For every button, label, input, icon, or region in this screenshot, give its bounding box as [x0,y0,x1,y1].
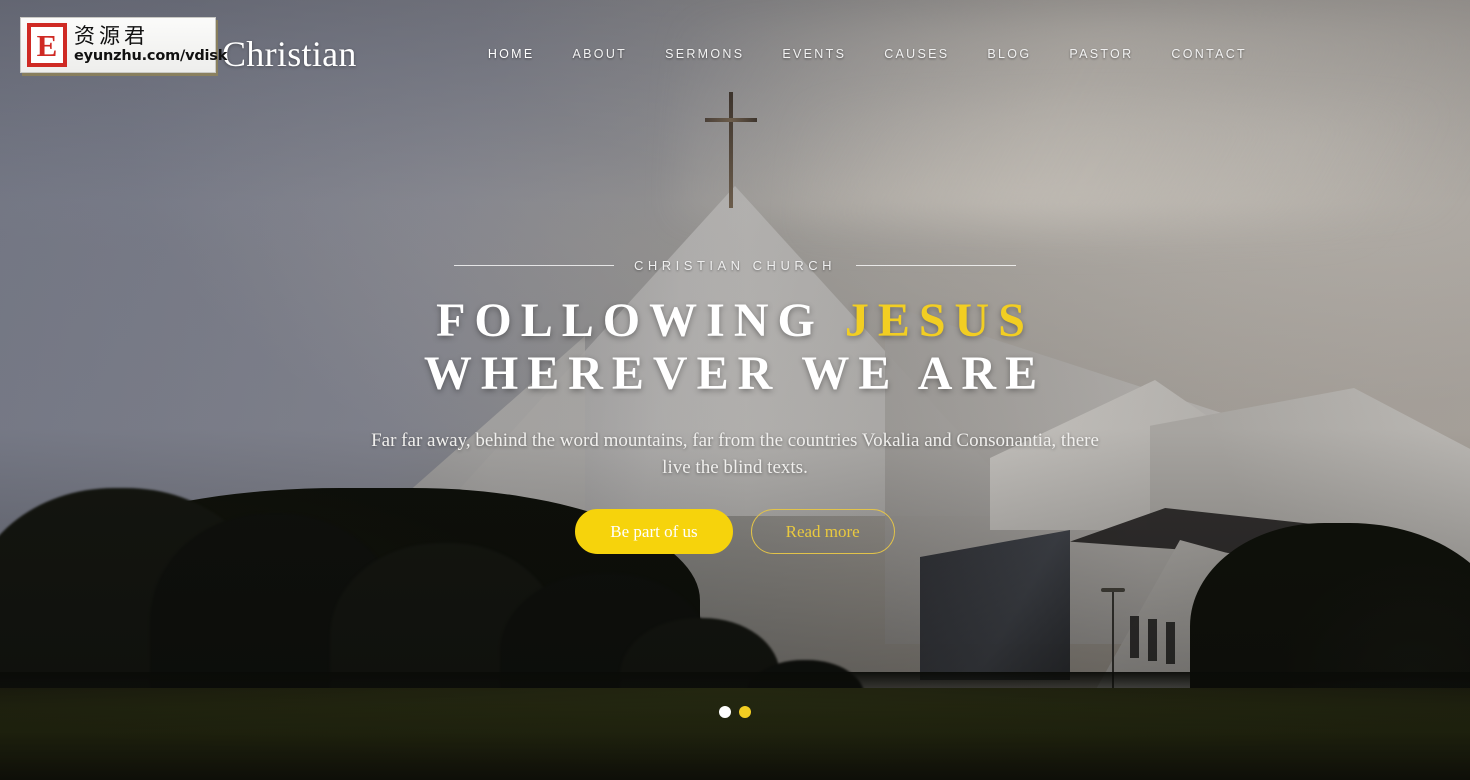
carousel-dot-2[interactable] [739,706,751,718]
watermark-text: 资源君 eyunzhu.com/vdisk [74,25,227,64]
nav-item-contact[interactable]: CONTACT [1152,37,1266,71]
hero-headline: FOLLOWING JESUS WHEREVER WE ARE [423,294,1047,401]
eyebrow-rule-right [856,265,1016,266]
page-root: Christian HOME ABOUT SERMONS EVENTS CAUS… [0,0,1470,780]
be-part-of-us-button[interactable]: Be part of us [575,508,733,554]
hero-eyebrow: CHRISTIAN CHURCH [454,258,1016,273]
nav-item-events[interactable]: EVENTS [763,37,865,71]
hero-eyebrow-label: CHRISTIAN CHURCH [634,258,836,273]
watermark-chinese-label: 资源君 [74,24,149,49]
nav-item-causes[interactable]: CAUSES [865,37,968,71]
nav-item-home[interactable]: HOME [469,37,554,71]
headline-text-plain: FOLLOWING [436,294,824,347]
headline-line-1: FOLLOWING JESUS [436,294,1034,347]
nav-item-sermons[interactable]: SERMONS [646,37,763,71]
nav-item-blog[interactable]: BLOG [968,37,1050,71]
headline-text-highlight: JESUS [844,294,1034,347]
main-navigation: HOME ABOUT SERMONS EVENTS CAUSES BLOG PA… [469,37,1436,71]
carousel-dot-1[interactable] [719,706,731,718]
watermark-url: eyunzhu.com/vdisk [74,47,228,64]
headline-line-2: WHEREVER WE ARE [423,346,1047,400]
hero-cta-group: Be part of us Read more [575,508,895,554]
watermark-logo-icon: E [27,23,67,67]
carousel-pagination [719,706,751,718]
hero-description: Far far away, behind the word mountains,… [371,429,1099,479]
nav-item-pastor[interactable]: PASTOR [1050,37,1152,71]
read-more-button[interactable]: Read more [750,508,895,554]
hero-section: CHRISTIAN CHURCH FOLLOWING JESUS WHEREVE… [0,0,1470,780]
eyebrow-rule-left [454,265,614,266]
watermark-overlay: E 资源君 eyunzhu.com/vdisk [20,17,227,73]
nav-item-about[interactable]: ABOUT [554,37,647,71]
